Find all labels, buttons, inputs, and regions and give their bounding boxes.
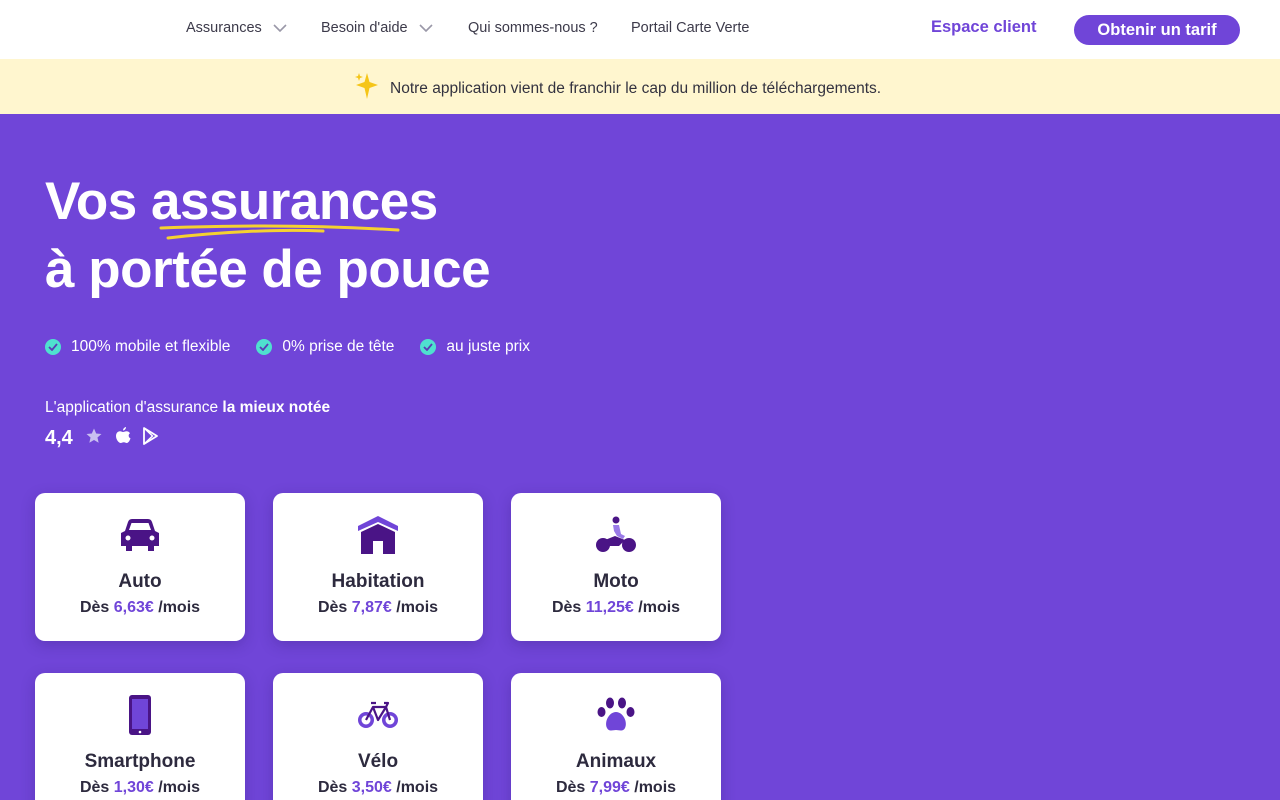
apple-store-icon[interactable] — [115, 427, 131, 450]
price-prefix: Dès — [551, 599, 582, 616]
price-amount: 7,99€ — [589, 779, 630, 796]
product-price: Dès 6,63€ /mois — [35, 599, 245, 617]
price-suffix: /mois — [158, 599, 201, 616]
product-name: Smartphone — [84, 751, 196, 772]
product-name: Auto — [118, 571, 162, 592]
product-card-auto[interactable]: Auto Dès 6,63€ /mois — [35, 493, 245, 641]
house-icon — [357, 515, 399, 560]
feature-item: 0% prise de tête — [256, 338, 394, 356]
motorbike-icon — [595, 516, 637, 559]
price-prefix: Dès — [317, 599, 348, 616]
price-amount: 3,50€ — [351, 779, 392, 796]
rating-row: 4,4 — [45, 427, 159, 450]
price-amount: 1,30€ — [113, 779, 154, 796]
feature-item: au juste prix — [420, 338, 530, 356]
highlight-underline — [159, 224, 400, 240]
price-suffix: /mois — [158, 779, 201, 796]
nav-item-portail-carte-verte[interactable]: Portail Carte Verte — [631, 20, 749, 36]
check-icon — [256, 339, 273, 355]
nav-item-besoin-aide[interactable]: Besoin d'aide — [321, 20, 434, 36]
product-card-velo[interactable]: Vélo Dès 3,50€ /mois — [273, 673, 483, 800]
price-suffix: /mois — [634, 779, 677, 796]
title-line2: à portée de pouce — [45, 240, 491, 299]
get-quote-button[interactable]: Obtenir un tarif — [1074, 15, 1240, 45]
price-amount: 6,63€ — [113, 599, 154, 616]
product-card-habitation[interactable]: Habitation Dès 7,87€ /mois — [273, 493, 483, 641]
announcement-banner: Notre application vient de franchir le c… — [0, 59, 1280, 114]
bicycle-icon — [357, 701, 399, 734]
espace-client-link[interactable]: Espace client — [931, 18, 1036, 37]
title-prefix: Vos — [45, 172, 151, 231]
car-icon — [119, 518, 161, 557]
feature-label: 100% mobile et flexible — [71, 338, 231, 355]
price-prefix: Dès — [79, 779, 110, 796]
product-price: Dès 7,99€ /mois — [511, 779, 721, 797]
star-icon — [85, 427, 103, 450]
nav-label: Portail Carte Verte — [631, 20, 750, 36]
price-prefix: Dès — [79, 599, 110, 616]
product-card-moto[interactable]: Moto Dès 11,25€ /mois — [511, 493, 721, 641]
price-suffix: /mois — [396, 779, 439, 796]
product-price: Dès 7,87€ /mois — [273, 599, 483, 617]
product-card-animaux[interactable]: Animaux Dès 7,99€ /mois — [511, 673, 721, 800]
site-header: Assurances Besoin d'aide Qui sommes-nous… — [0, 0, 1280, 59]
price-amount: 7,87€ — [351, 599, 392, 616]
product-name: Moto — [593, 571, 639, 592]
price-amount: 11,25€ — [585, 599, 634, 616]
product-price: Dès 1,30€ /mois — [35, 779, 245, 797]
price-suffix: /mois — [638, 599, 681, 616]
feature-label: au juste prix — [446, 338, 530, 355]
nav-label: Assurances — [186, 20, 262, 36]
price-prefix: Dès — [555, 779, 586, 796]
price-prefix: Dès — [317, 779, 348, 796]
nav-label: Qui sommes-nous ? — [468, 20, 598, 36]
feature-label: 0% prise de tête — [282, 338, 395, 355]
check-icon — [420, 339, 437, 355]
nav-item-qui-sommes-nous[interactable]: Qui sommes-nous ? — [468, 20, 598, 36]
feature-item: 100% mobile et flexible — [45, 338, 230, 356]
rating-caption-prefix: L'application d'assurance — [45, 399, 223, 416]
feature-list: 100% mobile et flexible 0% prise de tête… — [45, 338, 530, 356]
product-price: Dès 11,25€ /mois — [511, 599, 721, 617]
product-name: Habitation — [331, 571, 425, 592]
google-play-icon[interactable] — [142, 427, 159, 450]
price-suffix: /mois — [396, 599, 439, 616]
nav-label: Besoin d'aide — [321, 20, 408, 36]
rating-caption: L'application d'assurance la mieux notée — [45, 399, 330, 417]
smartphone-icon — [128, 694, 152, 741]
product-card-smartphone[interactable]: Smartphone Dès 1,30€ /mois — [35, 673, 245, 800]
product-price: Dès 3,50€ /mois — [273, 779, 483, 797]
product-name: Vélo — [357, 751, 399, 772]
sparkles-icon — [354, 71, 380, 106]
check-icon — [45, 339, 61, 355]
product-name: Animaux — [575, 751, 657, 772]
rating-caption-bold: la mieux notée — [222, 399, 331, 416]
nav-item-assurances[interactable]: Assurances — [186, 20, 288, 36]
rating-value: 4,4 — [45, 427, 73, 449]
chevron-down-icon — [272, 20, 288, 36]
banner-text: Notre application vient de franchir le c… — [390, 79, 882, 97]
paw-icon — [597, 697, 635, 738]
chevron-down-icon — [418, 20, 434, 36]
